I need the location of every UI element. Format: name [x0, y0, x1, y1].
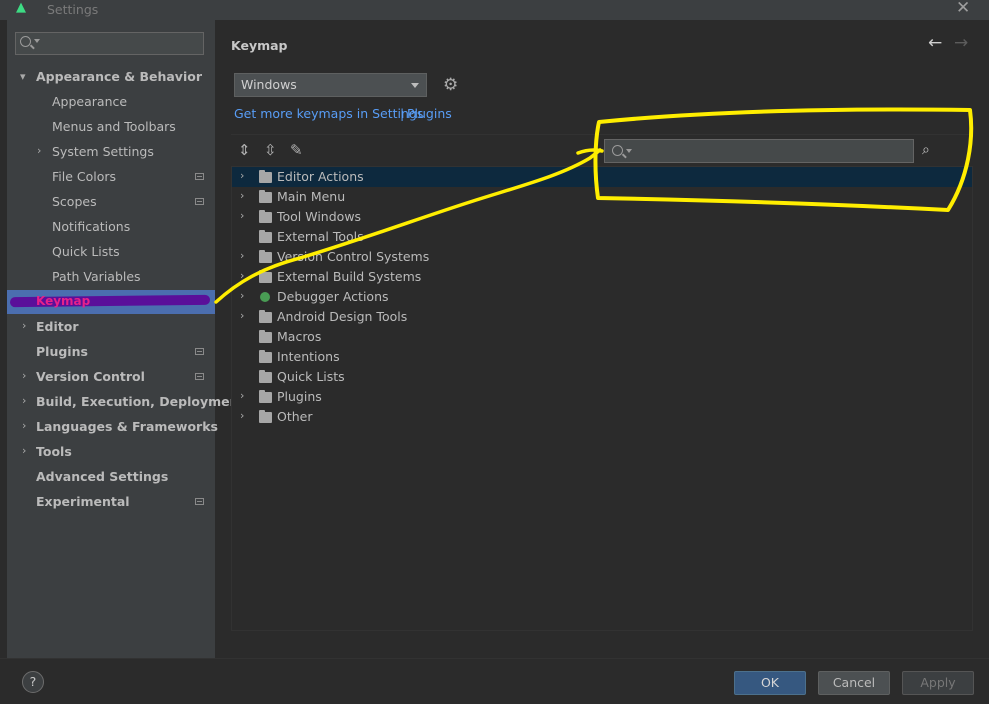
project-level-icon: [195, 348, 204, 355]
plugins-link[interactable]: Plugins: [407, 106, 452, 121]
sidebar-item-languages-frameworks[interactable]: Languages & Frameworks: [36, 416, 218, 438]
apply-button[interactable]: Apply: [902, 671, 974, 695]
tree-item-debugger-actions[interactable]: Debugger Actions: [277, 287, 389, 307]
folder-icon: [259, 410, 272, 423]
page-title: Keymap: [231, 38, 288, 53]
sidebar-item-quick-lists[interactable]: Quick Lists: [52, 241, 120, 263]
gear-icon[interactable]: ⚙: [443, 75, 458, 95]
sidebar-item-version-control[interactable]: Version Control: [36, 366, 145, 388]
shortcut-filter-input[interactable]: [604, 139, 914, 163]
chevron-down-icon[interactable]: ▾: [20, 70, 26, 83]
sidebar-item-label: Keymap: [36, 294, 91, 308]
sidebar-item-tools[interactable]: Tools: [36, 441, 72, 463]
keymap-select-value: Windows: [241, 77, 297, 92]
chevron-right-icon[interactable]: ›: [37, 144, 41, 157]
chevron-right-icon[interactable]: ›: [22, 319, 26, 332]
tree-item-tool-windows[interactable]: Tool Windows: [277, 207, 361, 227]
folder-icon: [259, 250, 272, 263]
collapse-all-icon[interactable]: ⇳: [264, 141, 277, 159]
folder-icon: [259, 370, 272, 383]
sidebar-item-plugins[interactable]: Plugins: [36, 341, 88, 363]
keymap-select[interactable]: Windows: [234, 73, 427, 97]
tree-item-editor-actions[interactable]: Editor Actions: [277, 167, 364, 187]
folder-icon: [259, 190, 272, 203]
tree-item-version-control-systems[interactable]: Version Control Systems: [277, 247, 429, 267]
folder-icon: [259, 170, 272, 183]
tree-item-plugins[interactable]: Plugins: [277, 387, 322, 407]
back-arrow-icon[interactable]: ←: [928, 33, 942, 53]
tree-item-main-menu[interactable]: Main Menu: [277, 187, 345, 207]
tree-item-quick-lists[interactable]: Quick Lists: [277, 367, 345, 387]
folder-icon: [259, 350, 272, 363]
folder-icon: [259, 270, 272, 283]
android-icon: ▲: [16, 0, 26, 15]
tree-item-intentions[interactable]: Intentions: [277, 347, 340, 367]
sidebar-item-scopes[interactable]: Scopes: [52, 191, 97, 213]
sidebar-item-editor[interactable]: Editor: [36, 316, 79, 338]
folder-icon: [259, 330, 272, 343]
expand-all-icon[interactable]: ⇕: [238, 141, 251, 159]
search-icon: [612, 145, 623, 156]
folder-icon: [259, 210, 272, 223]
chevron-right-icon[interactable]: ›: [240, 409, 244, 422]
chevron-right-icon[interactable]: ›: [240, 309, 244, 322]
sidebar-item-build-execution-deployment[interactable]: Build, Execution, Deployment: [36, 391, 244, 413]
window-title: Settings: [47, 2, 99, 17]
sidebar-item-experimental[interactable]: Experimental: [36, 491, 130, 513]
chevron-right-icon[interactable]: ›: [22, 444, 26, 457]
footer-divider: [0, 658, 989, 659]
sidebar-item-system-settings[interactable]: System Settings: [52, 141, 154, 163]
sidebar-item-menus-toolbars[interactable]: Menus and Toolbars: [52, 116, 176, 138]
chevron-right-icon[interactable]: ›: [240, 189, 244, 202]
tree-item-external-tools[interactable]: External Tools: [277, 227, 364, 247]
search-input[interactable]: [15, 32, 204, 55]
sidebar-item-path-variables[interactable]: Path Variables: [52, 266, 141, 288]
chevron-down-icon: [411, 83, 419, 88]
bug-icon: [260, 292, 270, 302]
chevron-right-icon[interactable]: ›: [22, 419, 26, 432]
tree-item-external-build-systems[interactable]: External Build Systems: [277, 267, 421, 287]
tree-item-macros[interactable]: Macros: [277, 327, 321, 347]
chevron-right-icon[interactable]: ›: [240, 289, 244, 302]
project-level-icon: [195, 198, 204, 205]
help-button[interactable]: ?: [22, 671, 44, 693]
ok-button[interactable]: OK: [734, 671, 806, 695]
chevron-down-icon: [626, 149, 632, 153]
chevron-right-icon[interactable]: ›: [22, 394, 26, 407]
find-by-shortcut-icon[interactable]: ⌕: [922, 142, 930, 158]
project-level-icon: [195, 498, 204, 505]
edit-icon[interactable]: ✎: [290, 141, 303, 159]
keymaps-settings-link[interactable]: Get more keymaps in Settings: [234, 106, 423, 121]
sidebar-item-advanced-settings[interactable]: Advanced Settings: [36, 466, 168, 488]
sidebar-item-file-colors[interactable]: File Colors: [52, 166, 116, 188]
project-level-icon: [195, 373, 204, 380]
folder-icon: [259, 310, 272, 323]
sidebar-item-appearance-behavior[interactable]: Appearance & Behavior: [36, 66, 202, 88]
forward-arrow-icon[interactable]: →: [954, 33, 968, 53]
sidebar-item-appearance[interactable]: Appearance: [52, 91, 127, 113]
chevron-down-icon: [34, 39, 40, 43]
chevron-right-icon[interactable]: ›: [240, 389, 244, 402]
chevron-right-icon[interactable]: ›: [240, 209, 244, 222]
title-bar: ▲ Settings ✕: [0, 0, 989, 20]
sidebar-item-notifications[interactable]: Notifications: [52, 216, 130, 238]
chevron-right-icon[interactable]: ›: [22, 369, 26, 382]
cancel-button[interactable]: Cancel: [818, 671, 890, 695]
folder-icon: [259, 390, 272, 403]
tree-item-android-design-tools[interactable]: Android Design Tools: [277, 307, 407, 327]
project-level-icon: [195, 173, 204, 180]
divider: [231, 134, 973, 135]
chevron-right-icon[interactable]: ›: [240, 169, 244, 182]
link-separator: |: [400, 106, 405, 121]
folder-icon: [259, 230, 272, 243]
search-icon: [20, 36, 31, 47]
chevron-right-icon[interactable]: ›: [240, 249, 244, 262]
chevron-right-icon[interactable]: ›: [240, 269, 244, 282]
close-button[interactable]: ✕: [956, 0, 970, 18]
tree-item-other[interactable]: Other: [277, 407, 313, 427]
